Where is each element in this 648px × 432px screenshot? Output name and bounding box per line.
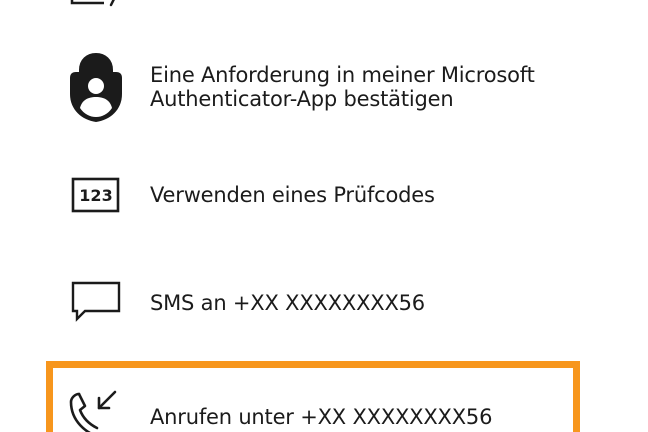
authenticator-lock-icon (66, 50, 126, 124)
code-icon-text: 123 (79, 185, 113, 205)
option-label: Eine Anforderung in meiner Microsoft Aut… (150, 63, 535, 111)
option-verification-code[interactable]: 123 Verwenden eines Prüfcodes (46, 170, 580, 220)
verification-method-list: Eine Anforderung in meiner Microsoft Aut… (0, 0, 648, 432)
option-label-line-1: Eine Anforderung in meiner Microsoft (150, 63, 535, 87)
option-authenticator-approve[interactable]: Eine Anforderung in meiner Microsoft Aut… (46, 46, 580, 128)
option-phone-call[interactable]: Anrufen unter +XX XXXXXXXX56 (46, 361, 580, 432)
option-label: Verwenden eines Prüfcodes (150, 183, 435, 207)
verification-code-icon: 123 (71, 177, 121, 213)
sms-bubble-icon (71, 281, 123, 327)
partial-option-icon (70, 0, 120, 11)
incoming-call-icon (67, 390, 123, 432)
option-sms[interactable]: SMS an +XX XXXXXXXX56 (46, 278, 580, 330)
option-label: Anrufen unter +XX XXXXXXXX56 (150, 405, 493, 429)
option-label-line-2: Authenticator-App bestätigen (150, 87, 454, 111)
option-label: SMS an +XX XXXXXXXX56 (150, 291, 425, 315)
